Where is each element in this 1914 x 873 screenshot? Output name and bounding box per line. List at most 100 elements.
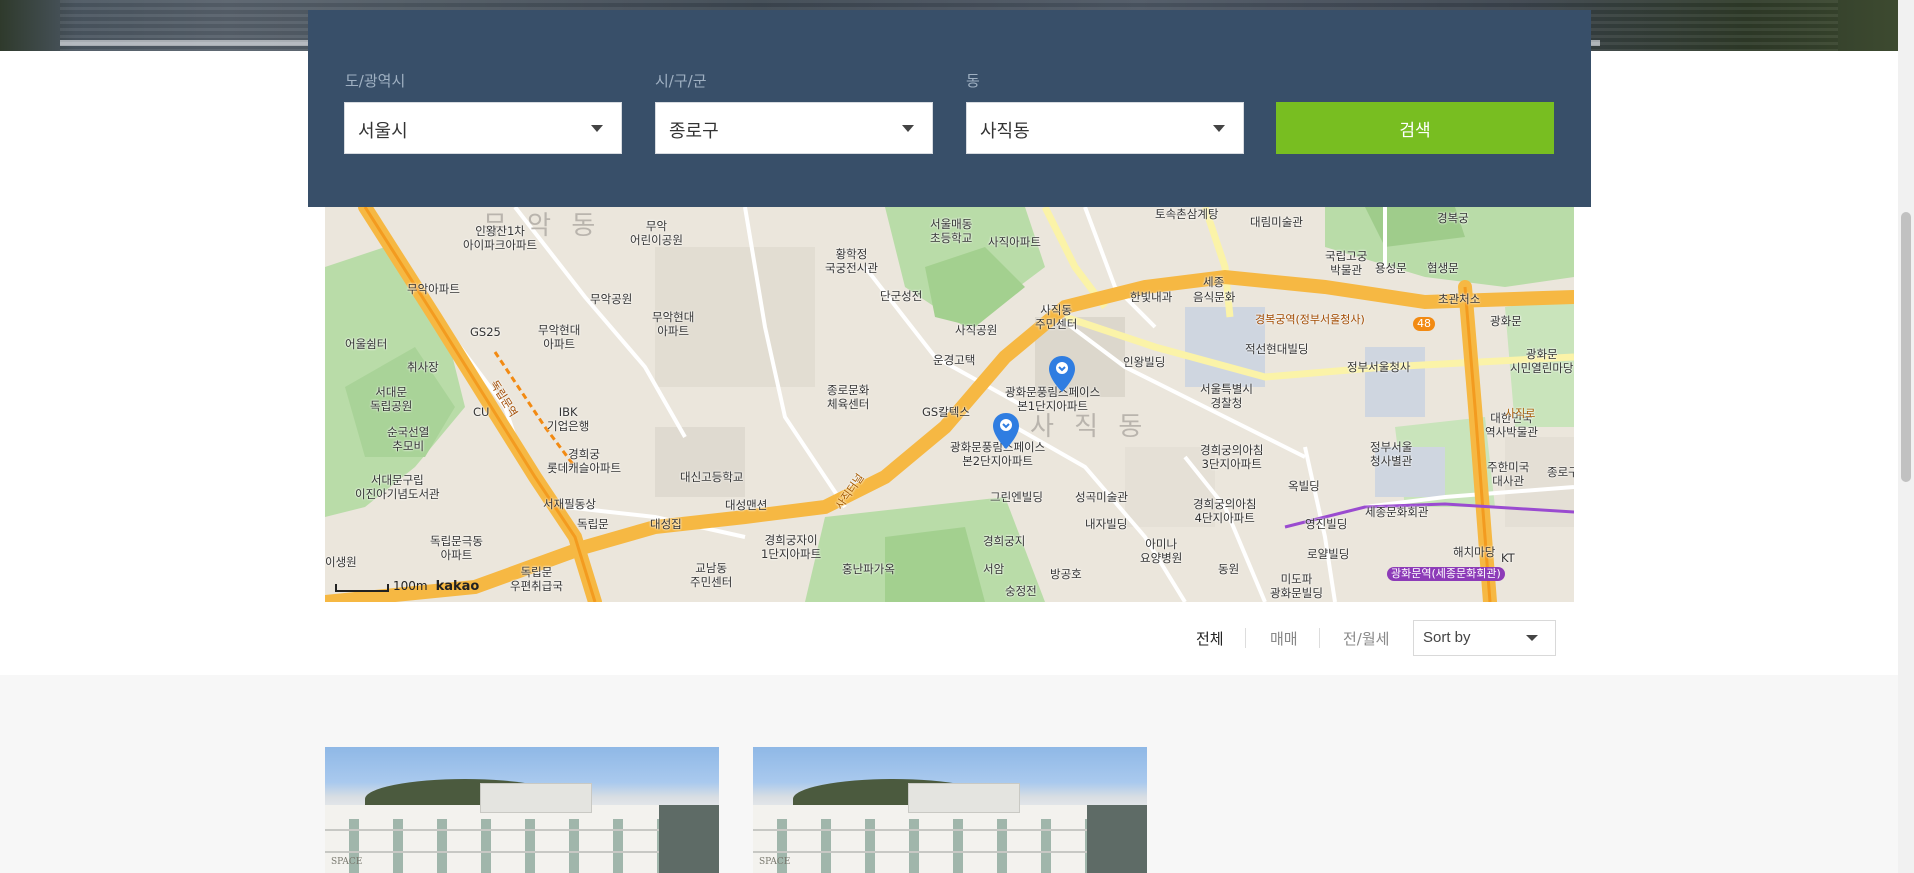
map-view[interactable]: 무 악 동 사 직 동 인왕산1차 아이파크아파트 무악 어린이공원 황학정 국궁전시… — [325, 207, 1574, 602]
map-label-dangunseongjeon: 단군성전 — [880, 289, 923, 303]
map-label-chogeunchwiso: 초관처소 — [1438, 292, 1481, 306]
map-label-amina: 아미나 요양병원 — [1140, 537, 1183, 565]
map-label-dongnip-park: 서대문 독립공원 — [370, 385, 413, 413]
map-label-daesin-hs: 대신고등학교 — [680, 470, 744, 484]
map-label-banggong: 방공호 — [1050, 567, 1082, 581]
map-label-daeseongjip: 대성집 — [650, 517, 682, 531]
map-label-seonggok: 성곡미술관 — [1075, 490, 1128, 504]
map-label-cu: CU — [473, 405, 490, 419]
search-button[interactable]: 검색 — [1276, 102, 1554, 154]
map-label-sajik-dong: 사 직 동 — [1030, 412, 1149, 442]
map-label-gyeonghui-gungji: 경희궁지 — [983, 534, 1026, 548]
map-label-muak-hyundai-2: 무악현대 아파트 — [652, 310, 695, 338]
map-label-seoul-maedong: 서울매동 초등학교 — [930, 217, 973, 245]
map-label-kt: KT — [1501, 551, 1515, 565]
map-label-gwanghwamun-station: 광화문역(세종문화회관) — [1387, 567, 1505, 581]
listing-photo-roof — [908, 783, 1020, 813]
map-scale: 100m kakao — [335, 579, 479, 594]
map-label-sunguk-park: 순국선열 추모비 — [387, 425, 430, 453]
map-label-gyeonghui-xi: 경희궁자이 1단지아파트 — [761, 533, 822, 561]
map-label-mipo: 미도파 광화문빌딩 — [1270, 572, 1323, 600]
map-label-sajik-apt: 사직아파트 — [988, 235, 1041, 249]
scrollbar-thumb[interactable] — [1901, 212, 1911, 482]
map-scale-bar — [335, 584, 389, 592]
map-label-naeja: 내자빌딩 — [1085, 517, 1128, 531]
map-label-jongno-sports: 종로문화 체육센터 — [827, 383, 870, 411]
map-label-green-bldg: 그린엔빌딩 — [990, 490, 1043, 504]
map-label-inwangsan: 인왕산1차 아이파크아파트 — [463, 224, 538, 252]
map-label-us-embassy: 주한미국 대사관 — [1487, 460, 1530, 488]
map-label-dongnipmun-apt: 독립문극동 아파트 — [430, 534, 483, 562]
district-label: 시/구/군 — [655, 72, 707, 90]
map-label-yeongjin: 영진빌딩 — [1305, 517, 1348, 531]
chevron-down-icon — [1213, 125, 1225, 132]
filter-tab-all[interactable]: 전체 — [1196, 628, 1224, 649]
map-label-gs25: GS25 — [470, 325, 501, 339]
map-marker-pin-icon[interactable] — [992, 412, 1020, 450]
map-label-ibk: IBK 기업은행 — [547, 405, 590, 433]
map-label-muak-park: 무악 어린이공원 — [630, 219, 683, 247]
search-panel: 도/광역시 서울시 시/구/군 종로구 동 사직동 검색 — [308, 10, 1591, 207]
map-label-gyeongbokgung: 경복궁 — [1437, 211, 1469, 225]
map-label-dongnipmun: 독립문 — [577, 517, 609, 531]
map-label-gwanghwamun-plaza: 광화문 시민열린마당 — [1510, 347, 1574, 375]
map-label-daelim: 대림미술관 — [1250, 215, 1303, 229]
filter-tab-rent[interactable]: 전/월세 — [1343, 628, 1389, 649]
map-label-muak-gongwon: 무악공원 — [590, 292, 633, 306]
listing-photo-logo: SPACE — [331, 857, 363, 867]
filter-divider — [1245, 628, 1246, 648]
map-label-dongnipmun-post: 독립문 우편취급국 — [510, 565, 563, 593]
map-label-haechi: 해치마당 — [1453, 545, 1496, 559]
dong-select[interactable]: 사직동 — [966, 102, 1244, 154]
map-label-sajik-ro: 사직로 — [1505, 407, 1536, 420]
map-label-sajik-park: 사직공원 — [955, 323, 998, 337]
listing-card[interactable]: SPACE — [753, 747, 1147, 873]
sort-select[interactable]: Sort by — [1413, 620, 1556, 656]
filter-tab-sale[interactable]: 매매 — [1270, 628, 1298, 649]
province-select-value: 서울시 — [358, 121, 408, 142]
map-label-isaeng: 이생원 — [325, 555, 357, 569]
map-label-gyeonghui-3: 경희궁의아침 3단지아파트 — [1200, 443, 1264, 471]
map-label-yongseongmun: 용성문 — [1375, 261, 1407, 275]
map-label-muak-hyundai: 무악현대 아파트 — [538, 323, 581, 351]
map-label-gyonam: 교남동 주민센터 — [690, 561, 733, 589]
listing-photo-side — [1087, 805, 1147, 873]
map-label-sejong-center: 세종문화회관 — [1365, 505, 1429, 519]
map-label-tosok: 토속촌삼계탕 — [1155, 207, 1219, 221]
province-label: 도/광역시 — [345, 72, 406, 90]
map-label-jeokseon-hyundai: 적선현대빌딩 — [1245, 342, 1309, 356]
chevron-down-icon — [902, 125, 914, 132]
map-label-jongno-ku: 종로구 — [1547, 465, 1574, 479]
map-label-road-number: 48 — [1413, 317, 1435, 331]
map-label-royal: 로얄빌딩 — [1307, 547, 1350, 561]
map-marker-pin-icon[interactable] — [1048, 355, 1076, 393]
district-select-value: 종로구 — [669, 121, 719, 142]
map-label-eumsik: 음식문화 — [1193, 290, 1236, 304]
map-label-hongnan: 홍난파가옥 — [842, 562, 895, 576]
map-label-sejong: 세종 — [1203, 275, 1225, 289]
province-select[interactable]: 서울시 — [344, 102, 622, 154]
listing-photo-side — [659, 805, 719, 873]
page-scrollbar[interactable] — [1898, 0, 1914, 873]
map-label-gyeonghui-4: 경희궁의아침 4단지아파트 — [1193, 497, 1257, 525]
filter-divider — [1319, 628, 1320, 648]
map-label-hanbit: 한빛내과 — [1130, 290, 1173, 304]
map-label-muak-apt: 무악아파트 — [407, 282, 460, 296]
map-label-seoam: 서암 — [983, 562, 1005, 576]
listing-card[interactable]: SPACE — [325, 747, 719, 873]
map-label-sajik-center: 사직동 주민센터 — [1035, 303, 1078, 331]
map-label-seojae: 서재필동상 — [543, 497, 596, 511]
map-label-gov-annex: 정부서울 청사별관 — [1370, 440, 1413, 468]
map-label-hyeopsaengmun: 협생문 — [1427, 261, 1459, 275]
map-label-government-complex: 정부서울청사 — [1347, 360, 1411, 374]
map-label-gwanghwamun-gate: 광화문 — [1490, 314, 1522, 328]
map-label-seodaemun-library: 서대문구립 이진아기념도서관 — [355, 473, 440, 501]
map-label-dongwon: 동원 — [1218, 562, 1240, 576]
map-label-gyeonghuigung-lotte: 경희궁 롯데캐슬아파트 — [547, 447, 622, 475]
map-label-daeseong-mansion: 대성맨션 — [725, 498, 768, 512]
listing-photo-roof — [480, 783, 592, 813]
map-label-hwanghak: 황학정 국궁전시관 — [825, 247, 878, 275]
district-select[interactable]: 종로구 — [655, 102, 933, 154]
map-label-seoul-police: 서울특별시 경찰청 — [1200, 382, 1253, 410]
map-label-songseongjeon: 숭정전 — [1005, 584, 1037, 598]
